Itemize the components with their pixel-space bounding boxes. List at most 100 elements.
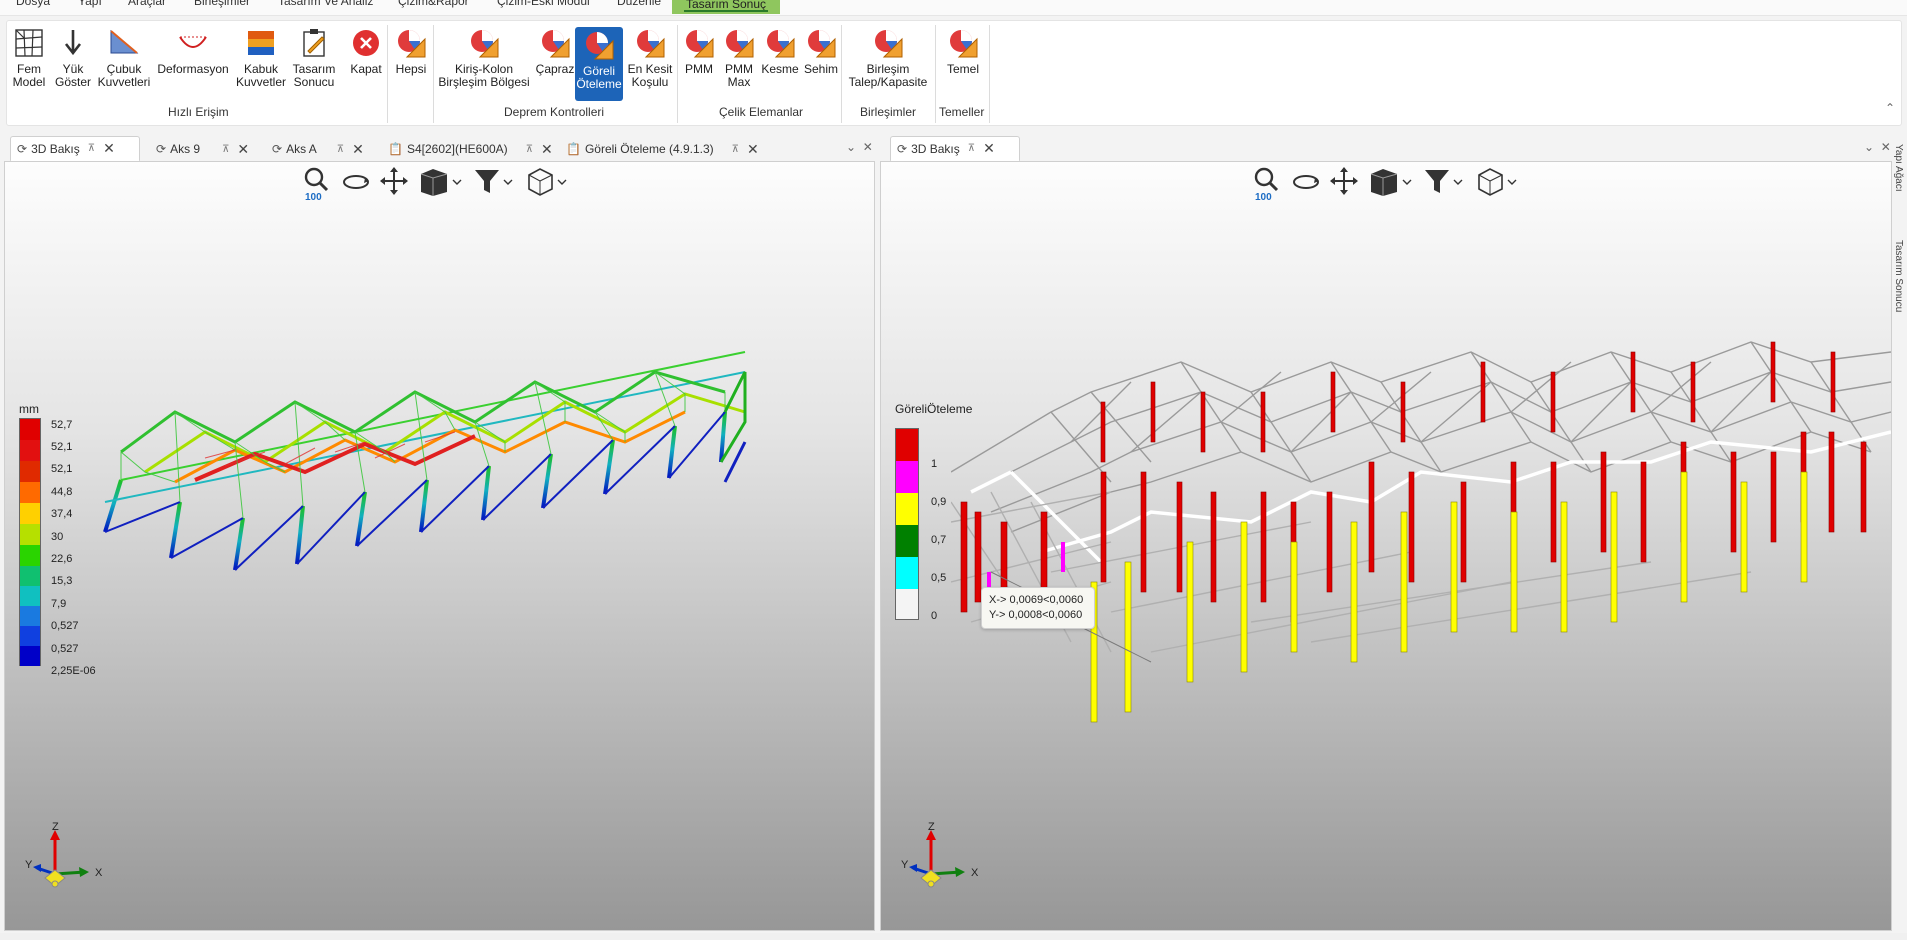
- status-bar: [0, 933, 1907, 940]
- tab-label: Aks A: [286, 142, 317, 156]
- close-icon[interactable]: ✕: [983, 140, 995, 157]
- kiris-kolon-button[interactable]: Kiriş-Kolon Birşleşim Bölgesi: [437, 27, 531, 89]
- pin-icon[interactable]: ⊼: [337, 144, 344, 155]
- group-separator: [935, 25, 936, 123]
- view-3d-icon: ⟳: [156, 142, 167, 156]
- filter-icon[interactable]: [1423, 166, 1463, 202]
- birlesim-button[interactable]: Birleşim Talep/Kapasite: [845, 27, 931, 89]
- projection-icon[interactable]: [525, 166, 571, 202]
- group-separator: [677, 25, 678, 123]
- legend-value: 0,9: [931, 496, 947, 508]
- shell-forces-icon: [248, 31, 274, 55]
- tab-aks-9[interactable]: ⟳ Aks 9 ⊼ ✕: [150, 136, 262, 162]
- filter-icon[interactable]: [473, 166, 513, 202]
- tab-3d-bakis-left[interactable]: ⟳ 3D Bakış ⊼ ✕: [10, 136, 140, 162]
- deformasyon-label: Deformasyon: [157, 62, 229, 76]
- legend-value: 0: [931, 610, 938, 622]
- legend-value: 0,527: [51, 620, 79, 632]
- close-icon[interactable]: ✕: [541, 141, 553, 158]
- menu-cizim-eski[interactable]: Çizim-Eski Modül: [497, 0, 590, 8]
- tab-3d-bakis-right[interactable]: ⟳ 3D Bakış ⊼ ✕: [890, 136, 1020, 162]
- design-check-icon: [398, 30, 426, 58]
- menu-yapi[interactable]: Yapı: [78, 0, 102, 8]
- fem-model-button[interactable]: Fem Model: [9, 27, 49, 89]
- deformed-steel-structure-model: [103, 351, 747, 571]
- deformation-icon: [179, 36, 207, 48]
- axis-y-label: Y: [25, 859, 33, 871]
- tab-s4-he600a[interactable]: 📋 S4[2602](HE600A) ⊼ ✕: [382, 136, 558, 162]
- collapse-ribbon-icon[interactable]: ⌃: [1885, 101, 1895, 115]
- en-kesit-button[interactable]: En Kesit Koşulu: [627, 27, 673, 89]
- legend-unit: mm: [19, 402, 39, 416]
- right-tab-strip: ⟳ 3D Bakış ⊼ ✕: [890, 136, 1890, 162]
- legend-value: 37,4: [51, 508, 73, 520]
- pmm-button[interactable]: PMM: [681, 27, 717, 76]
- menu-cizim-rapor[interactable]: Çizim&Rapor: [398, 0, 469, 8]
- group-separator: [433, 25, 434, 123]
- dock-tab-tasarim-sonucu[interactable]: Tasarım Sonucu: [1893, 240, 1904, 312]
- pan-icon[interactable]: [379, 166, 409, 202]
- pmm-max-button[interactable]: PMM Max: [721, 27, 757, 89]
- rotate-icon[interactable]: [341, 166, 371, 202]
- dock-tab-yapi-agaci[interactable]: Yapı Ağacı: [1893, 144, 1904, 192]
- clipboard-icon: 📋: [566, 142, 581, 156]
- sehim-button[interactable]: Sehim: [803, 27, 839, 76]
- hepsi-label: Hepsi: [395, 62, 427, 76]
- tab-goreli-oteleme[interactable]: 📋 Göreli Öteleme (4.9.1.3) ⊼ ✕: [560, 136, 770, 162]
- view-cube-icon[interactable]: [1367, 166, 1413, 202]
- tab-aks-a[interactable]: ⟳ Aks A ⊼ ✕: [266, 136, 378, 162]
- tasarim-sonucu-label: Tasarım Sonucu: [292, 62, 336, 89]
- close-icon[interactable]: ✕: [237, 141, 249, 158]
- group-separator: [989, 25, 990, 123]
- legend-value: 22,6: [51, 553, 73, 565]
- group-celik-elemanlar: Çelik Elemanlar: [719, 105, 804, 119]
- axis-triad: Z Y X: [25, 822, 103, 888]
- goreli-oteleme-button[interactable]: Göreli Öteleme: [575, 27, 623, 101]
- deformasyon-button[interactable]: Deformasyon: [155, 27, 231, 76]
- rotate-icon[interactable]: [1291, 166, 1321, 202]
- kapat-button[interactable]: Kapat: [349, 27, 383, 76]
- menu-tasarim-sonuc[interactable]: Tasarım Sonuç: [672, 0, 781, 14]
- axis-z-label: Z: [52, 822, 59, 833]
- menu-araclar[interactable]: Araçlar: [128, 0, 166, 8]
- yuk-goster-button[interactable]: Yük Göster: [53, 27, 93, 89]
- kabuk-kuvvetler-button[interactable]: Kabuk Kuvvetler: [235, 27, 287, 89]
- left-pane-controls[interactable]: ⌄ ✕: [846, 140, 873, 154]
- capraz-button[interactable]: Çapraz: [533, 27, 577, 76]
- cubuk-kuvvetleri-button[interactable]: Çubuk Kuvvetleri: [97, 27, 151, 89]
- menu-birlesimler[interactable]: Birleşimler: [194, 0, 250, 8]
- temel-button[interactable]: Temel: [939, 27, 987, 76]
- group-separator: [841, 25, 842, 123]
- close-icon[interactable]: ✕: [352, 141, 364, 158]
- tab-label: S4[2602](HE600A): [406, 142, 508, 156]
- view-3d-icon: ⟳: [17, 141, 28, 156]
- menu-duzenle[interactable]: Düzenle: [617, 0, 661, 8]
- tasarim-sonucu-button[interactable]: Tasarım Sonucu: [289, 27, 339, 89]
- group-birlesimler: Birleşimler: [860, 105, 917, 119]
- menu-tasarim-analiz[interactable]: Tasarım Ve Analiz: [278, 0, 373, 8]
- right-pane-controls[interactable]: ⌄ ✕: [1864, 140, 1891, 154]
- right-3d-viewport[interactable]: 100 GöreliÖteleme 1 0,9 0,7 0,5 0 X-> 0,…: [880, 161, 1892, 931]
- menu-dosya[interactable]: Dosya: [16, 0, 50, 8]
- view-cube-icon[interactable]: [417, 166, 463, 202]
- menu-bar: Dosya Yapı Araçlar Birleşimler Tasarım V…: [0, 0, 1907, 16]
- tab-label: Aks 9: [170, 142, 201, 156]
- pin-icon[interactable]: ⊼: [88, 143, 95, 154]
- hepsi-button[interactable]: Hepsi: [393, 27, 429, 76]
- pin-icon[interactable]: ⊼: [526, 144, 533, 155]
- drift-ratio-legend-bar: [895, 428, 919, 620]
- drift-check-structure-model: [951, 341, 1891, 723]
- pin-icon[interactable]: ⊼: [732, 144, 739, 155]
- pan-icon[interactable]: [1329, 166, 1359, 202]
- left-3d-viewport[interactable]: 100 mm 52,7 52,1 52,1 44,8 37,4 30 22,6 …: [4, 161, 875, 931]
- close-icon[interactable]: ✕: [103, 140, 115, 157]
- pin-icon[interactable]: ⊼: [968, 143, 975, 154]
- design-check-icon: [767, 30, 795, 58]
- mesh-grid-icon: [15, 29, 43, 57]
- design-check-icon: [542, 30, 570, 58]
- projection-icon[interactable]: [1475, 166, 1521, 202]
- kesme-button[interactable]: Kesme: [761, 27, 799, 76]
- legend-value: 52,1: [51, 441, 73, 453]
- close-icon[interactable]: ✕: [747, 141, 759, 158]
- pin-icon[interactable]: ⊼: [222, 144, 229, 155]
